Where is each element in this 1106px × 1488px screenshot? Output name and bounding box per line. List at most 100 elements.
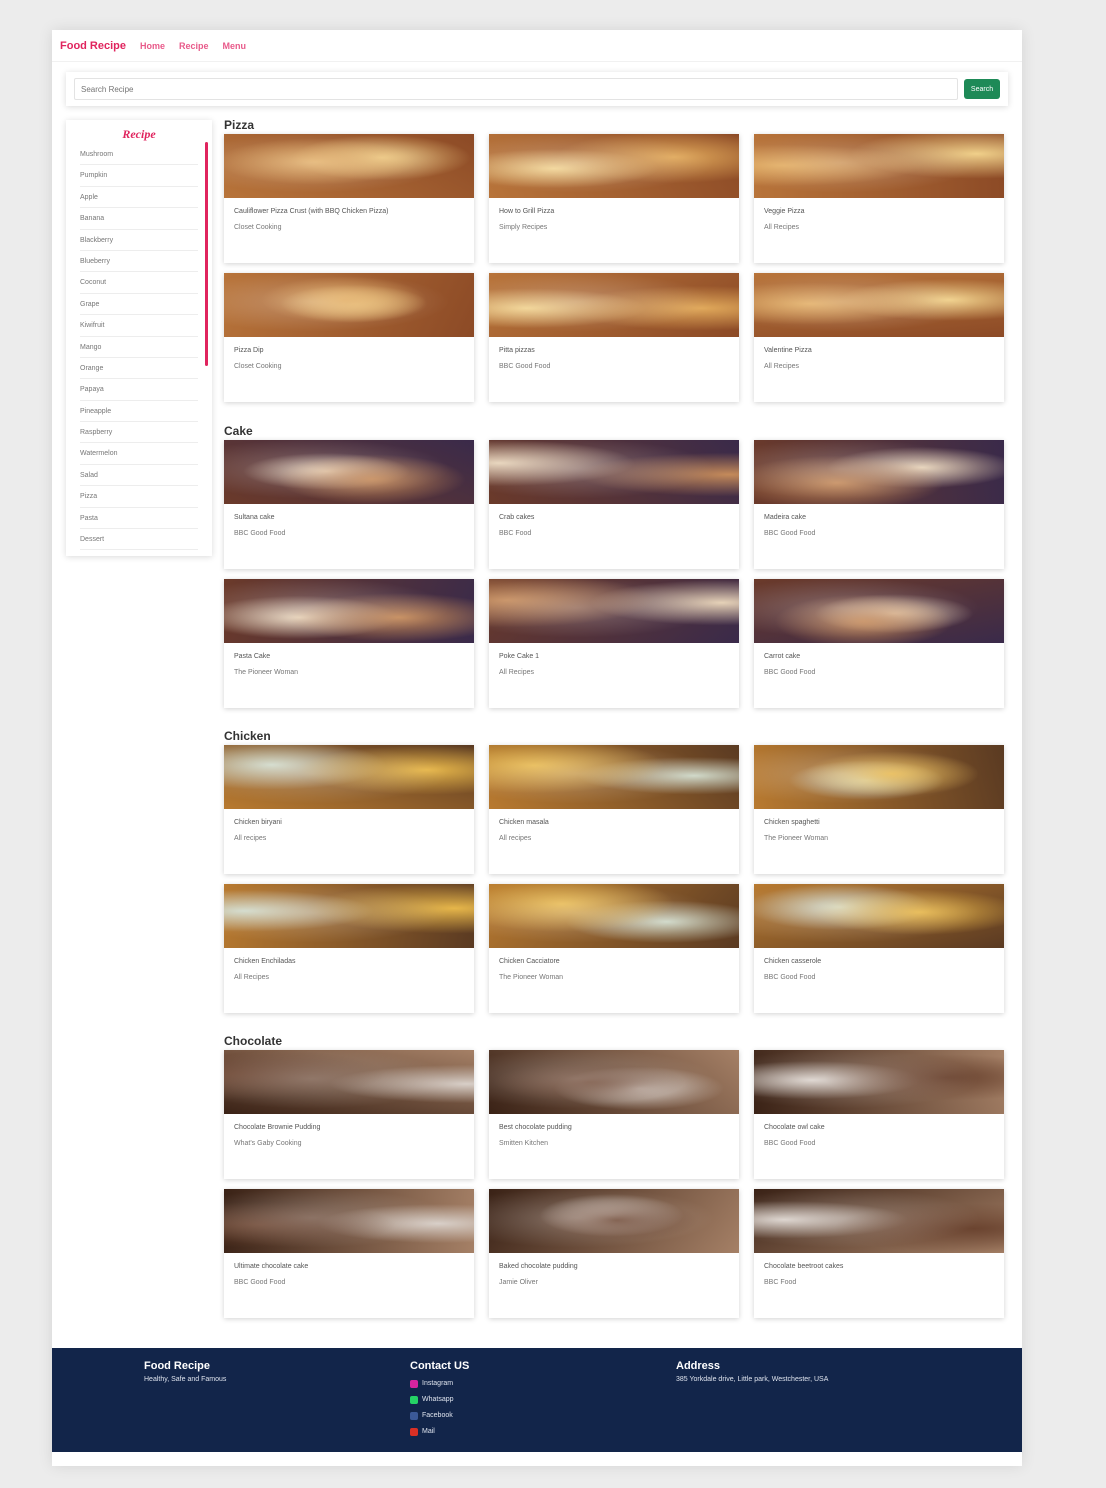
sidebar-item[interactable]: Apple [80,187,198,209]
recipe-card[interactable]: Pasta Cake The Pioneer Woman [224,579,474,708]
recipe-card[interactable]: Ultimate chocolate cake BBC Good Food [224,1189,474,1318]
recipe-card[interactable]: Chicken spaghetti The Pioneer Woman [754,745,1004,874]
sidebar-item[interactable]: Dessert [80,529,198,551]
recipe-card[interactable]: Best chocolate pudding Smitten Kitchen [489,1050,739,1179]
sidebar-item[interactable]: Mango [80,337,198,358]
recipe-title[interactable]: Best chocolate pudding [489,1114,739,1140]
recipe-card[interactable]: Chocolate Brownie Pudding What's Gaby Coo… [224,1050,474,1179]
sidebar-item[interactable]: Raspberry [80,422,198,444]
cake-image[interactable] [489,440,739,504]
contact-link-facebook[interactable]: Facebook [410,1408,469,1424]
chicken-image[interactable] [489,884,739,948]
recipe-card[interactable]: Veggie Pizza All Recipes [754,134,1004,263]
chicken-image[interactable] [224,884,474,948]
cake-image[interactable] [489,579,739,643]
recipe-title[interactable]: Chicken Cacciatore [489,948,739,974]
recipe-title[interactable]: Pitta pizzas [489,337,739,363]
sidebar-scrollbar[interactable] [205,142,208,366]
chocolate-image[interactable] [489,1189,739,1253]
recipe-card[interactable]: Valentine Pizza All Recipes [754,273,1004,402]
recipe-card[interactable]: Chocolate owl cake BBC Good Food [754,1050,1004,1179]
pizza-image[interactable] [489,273,739,337]
chicken-image[interactable] [489,745,739,809]
sidebar-item[interactable]: Papaya [80,379,198,401]
sidebar-item[interactable]: Banana [80,208,198,230]
contact-link-mail[interactable]: Mail [410,1424,469,1440]
sidebar-item[interactable]: Kiwifruit [80,315,198,337]
contact-link-instagram[interactable]: Instagram [410,1376,469,1392]
sidebar-item[interactable]: Coconut [80,272,198,294]
recipe-card[interactable]: Carrot cake BBC Good Food [754,579,1004,708]
cake-image[interactable] [754,579,1004,643]
recipe-title[interactable]: Poke Cake 1 [489,643,739,669]
sidebar-item[interactable]: Salad [80,465,198,487]
sidebar-item[interactable]: Blueberry [80,251,198,273]
recipe-title[interactable]: Ultimate chocolate cake [224,1253,474,1279]
recipe-title[interactable]: Crab cakes [489,504,739,530]
chocolate-image[interactable] [754,1050,1004,1114]
recipe-card[interactable]: Chicken casserole BBC Good Food [754,884,1004,1013]
search-input[interactable] [74,78,958,100]
recipe-title[interactable]: Valentine Pizza [754,337,1004,363]
pizza-image[interactable] [489,134,739,198]
chocolate-image[interactable] [224,1050,474,1114]
search-button[interactable]: Search [964,79,1000,99]
sidebar-item[interactable]: Pumpkin [80,165,198,187]
recipe-card[interactable]: Sultana cake BBC Good Food [224,440,474,569]
recipe-card[interactable]: Pizza Dip Closet Cooking [224,273,474,402]
recipe-card[interactable]: Poke Cake 1 All Recipes [489,579,739,708]
sidebar-item[interactable]: Pineapple [80,401,198,423]
sidebar-item[interactable]: Pizza [80,486,198,508]
recipe-title[interactable]: Veggie Pizza [754,198,1004,224]
cake-image[interactable] [224,579,474,643]
pizza-image[interactable] [754,134,1004,198]
recipe-title[interactable]: Pizza Dip [224,337,474,363]
recipe-title[interactable]: Sultana cake [224,504,474,530]
recipe-title[interactable]: Baked chocolate pudding [489,1253,739,1279]
chocolate-image[interactable] [489,1050,739,1114]
recipe-card[interactable]: Chicken Enchiladas All Recipes [224,884,474,1013]
recipe-card[interactable]: Madeira cake BBC Good Food [754,440,1004,569]
pizza-image[interactable] [754,273,1004,337]
recipe-card[interactable]: Baked chocolate pudding Jamie Oliver [489,1189,739,1318]
sidebar-item[interactable]: Pasta [80,508,198,530]
sidebar-item[interactable]: Mushroom [80,144,198,166]
brand-logo[interactable]: Food Recipe [60,40,126,52]
recipe-card[interactable]: How to Grill Pizza Simply Recipes [489,134,739,263]
sidebar-item[interactable]: Grape [80,294,198,316]
recipe-card[interactable]: Cauliflower Pizza Crust (with BBQ Chicke… [224,134,474,263]
recipe-title[interactable]: Cauliflower Pizza Crust (with BBQ Chicke… [224,198,474,224]
nav-link-menu[interactable]: Menu [223,41,247,51]
recipe-title[interactable]: Chicken masala [489,809,739,835]
recipe-card[interactable]: Chicken masala All recipes [489,745,739,874]
recipe-title[interactable]: Chicken casserole [754,948,1004,974]
contact-link-whatsapp[interactable]: Whatsapp [410,1392,469,1408]
recipe-card[interactable]: Chocolate beetroot cakes BBC Food [754,1189,1004,1318]
recipe-card[interactable]: Crab cakes BBC Food [489,440,739,569]
pizza-image[interactable] [224,273,474,337]
chocolate-image[interactable] [224,1189,474,1253]
recipe-title[interactable]: Pasta Cake [224,643,474,669]
recipe-card[interactable]: Pitta pizzas BBC Good Food [489,273,739,402]
recipe-title[interactable]: Madeira cake [754,504,1004,530]
nav-link-recipe[interactable]: Recipe [179,41,209,51]
recipe-title[interactable]: Chocolate owl cake [754,1114,1004,1140]
cake-image[interactable] [224,440,474,504]
recipe-card[interactable]: Chicken biryani All recipes [224,745,474,874]
pizza-image[interactable] [224,134,474,198]
chocolate-image[interactable] [754,1189,1004,1253]
sidebar-item[interactable]: Blackberry [80,230,198,251]
recipe-title[interactable]: Chicken spaghetti [754,809,1004,835]
cake-image[interactable] [754,440,1004,504]
nav-link-home[interactable]: Home [140,41,165,51]
chicken-image[interactable] [754,884,1004,948]
sidebar-item[interactable]: Orange [80,358,198,380]
sidebar-item[interactable]: Watermelon [80,443,198,465]
recipe-title[interactable]: Carrot cake [754,643,1004,669]
recipe-title[interactable]: Chicken biryani [224,809,474,835]
recipe-title[interactable]: Chocolate beetroot cakes [754,1253,1004,1279]
recipe-card[interactable]: Chicken Cacciatore The Pioneer Woman [489,884,739,1013]
recipe-title[interactable]: How to Grill Pizza [489,198,739,224]
recipe-title[interactable]: Chicken Enchiladas [224,948,474,974]
recipe-title[interactable]: Chocolate Brownie Pudding [224,1114,474,1140]
